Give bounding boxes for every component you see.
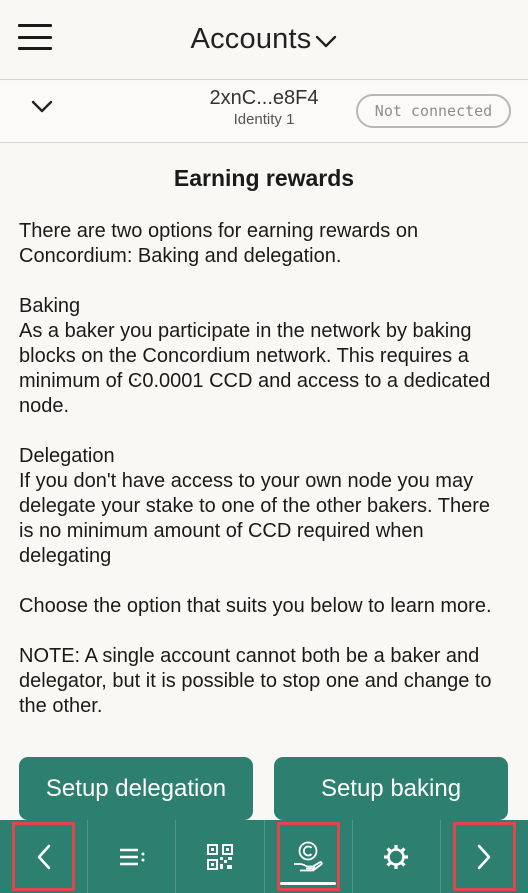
nav-back[interactable] (0, 820, 89, 893)
hamburger-menu-icon[interactable] (18, 24, 52, 50)
delegation-description: If you don't have access to your own nod… (19, 470, 491, 567)
account-info[interactable]: 2xnC...e8F4 Identity 1 (180, 87, 348, 128)
note-text: NOTE: A single account cannot both be a … (19, 645, 492, 717)
section-heading: Earning rewards (173, 165, 355, 191)
nav-transactions[interactable] (88, 820, 177, 893)
baking-description: As a baker you participate in the networ… (19, 320, 491, 417)
nav-receive-qr[interactable] (176, 820, 265, 893)
settings-gear-icon (384, 844, 409, 869)
nav-settings[interactable] (353, 820, 441, 893)
page-title: Accounts (190, 23, 312, 55)
delegation-title: Delegation (19, 445, 115, 467)
chevron-down-icon[interactable] (30, 99, 54, 115)
transaction-list-icon (119, 848, 145, 865)
app-header: Accounts (0, 0, 528, 80)
choose-option-text: Choose the option that suits you below t… (19, 595, 492, 617)
account-selector[interactable]: Accounts (191, 23, 338, 56)
back-arrow-icon (37, 844, 50, 869)
account-identity: Identity 1 (233, 111, 295, 128)
account-address: 2xnC...e8F4 (209, 87, 319, 109)
earn-rewards-icon (294, 841, 323, 871)
setup-delegation-button[interactable]: Setup delegation (19, 757, 253, 820)
earning-rewards-content: Earning rewards There are two options fo… (19, 165, 509, 719)
qr-code-icon (206, 843, 233, 870)
nav-earn[interactable] (265, 820, 353, 893)
setup-baking-button[interactable]: Setup baking (274, 757, 508, 820)
nav-forward[interactable] (441, 820, 528, 893)
bottom-navigation (0, 820, 528, 893)
intro-text: There are two options for earning reward… (19, 220, 419, 267)
forward-arrow-icon (478, 844, 491, 869)
connection-status-badge: Not connected (356, 94, 511, 128)
chevron-down-icon (316, 35, 337, 47)
baking-title: Baking (19, 295, 81, 317)
active-tab-indicator (280, 882, 337, 885)
account-bar: 2xnC...e8F4 Identity 1 Not connected (0, 81, 528, 143)
